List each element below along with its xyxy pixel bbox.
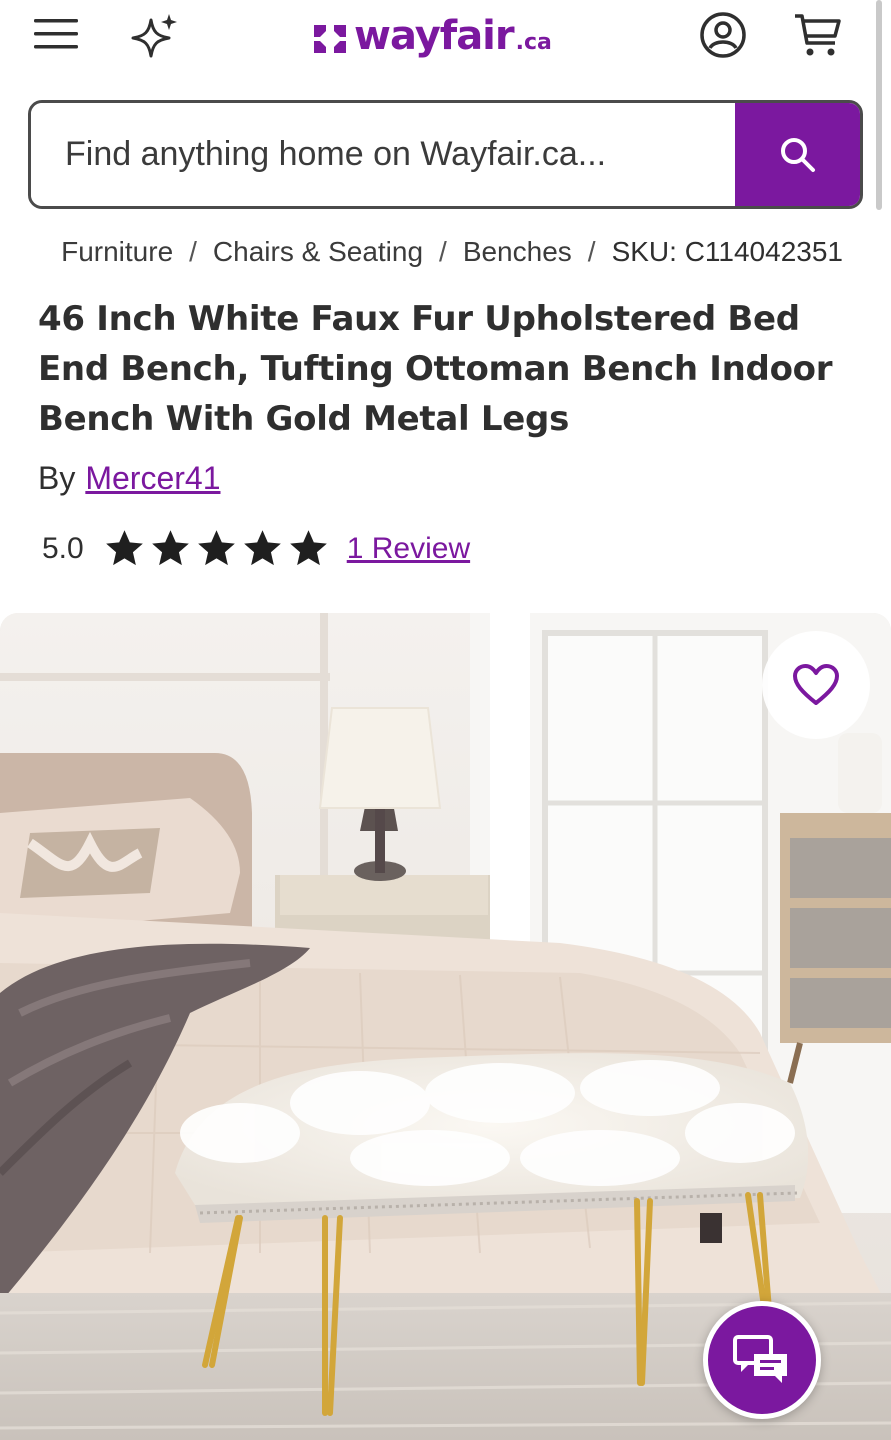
brand-link[interactable]: Mercer41 xyxy=(85,460,220,497)
breadcrumb-separator: / xyxy=(439,236,447,267)
search-icon xyxy=(780,137,815,172)
logo-text: wayfair xyxy=(354,13,515,59)
star-icon xyxy=(197,530,235,566)
breadcrumb-separator: / xyxy=(189,236,197,267)
rating-row: 5.0 1 Review xyxy=(42,524,470,574)
favorite-button[interactable] xyxy=(762,631,870,739)
star-icon xyxy=(243,530,281,566)
search-input[interactable] xyxy=(31,103,735,206)
account-icon[interactable] xyxy=(696,8,750,62)
product-byline: By Mercer41 xyxy=(38,460,221,497)
chat-button[interactable] xyxy=(703,1301,821,1419)
breadcrumb-furniture[interactable]: Furniture xyxy=(61,236,173,268)
cart-icon[interactable] xyxy=(790,8,846,62)
wayfair-logo[interactable]: wayfair .ca xyxy=(310,10,552,62)
menu-icon[interactable] xyxy=(30,12,82,56)
reviews-link[interactable]: 1 Review xyxy=(347,532,470,566)
search-bar xyxy=(28,100,863,209)
breadcrumb: Furniture / Chairs & Seating / Benches /… xyxy=(0,236,891,276)
logo-pinwheel-icon xyxy=(314,25,346,53)
search-button[interactable] xyxy=(735,103,860,206)
logo-tld: .ca xyxy=(515,29,552,55)
star-icon xyxy=(289,530,327,566)
breadcrumb-chairs-seating[interactable]: Chairs & Seating xyxy=(213,236,423,268)
page-scrollbar[interactable] xyxy=(876,0,882,210)
star-icon xyxy=(151,530,189,566)
product-sku: SKU: C114042351 xyxy=(611,236,843,267)
heart-icon xyxy=(793,664,839,705)
star-rating xyxy=(102,527,331,571)
breadcrumb-separator: / xyxy=(587,236,596,267)
product-title: 46 Inch White Faux Fur Upholstered Bed E… xyxy=(38,299,833,439)
star-icon xyxy=(105,530,143,566)
top-header: wayfair .ca xyxy=(0,0,891,80)
rating-value: 5.0 xyxy=(42,532,84,565)
chat-icon xyxy=(733,1335,787,1383)
sparkle-icon[interactable] xyxy=(126,10,182,60)
product-image[interactable] xyxy=(0,613,891,1440)
by-label: By xyxy=(38,460,76,496)
breadcrumb-benches[interactable]: Benches xyxy=(463,236,572,268)
